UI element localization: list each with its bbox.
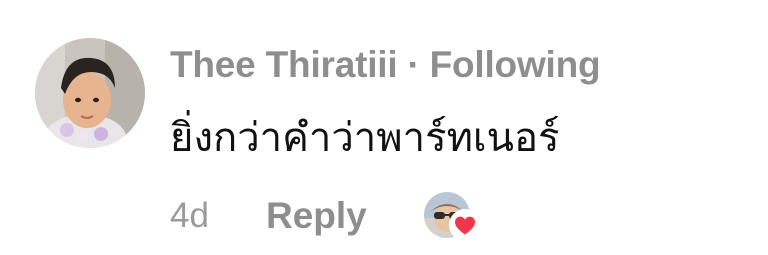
avatar-photo bbox=[35, 38, 145, 148]
comment-header: Thee Thiratiii · Following bbox=[170, 42, 601, 88]
heart-icon bbox=[448, 208, 482, 242]
author-name[interactable]: Thee Thiratiii bbox=[170, 44, 398, 85]
separator-dot: · bbox=[407, 44, 420, 85]
comment-item: Thee Thiratiii · Following ยิ่งกว่าคำว่าพา… bbox=[0, 0, 768, 255]
comment-meta: 4d Reply bbox=[170, 193, 367, 239]
comment-text: ยิ่งกว่าคำว่าพาร์ทเนอร์ bbox=[170, 115, 560, 161]
avatar[interactable] bbox=[35, 38, 145, 148]
reaction-indicator[interactable] bbox=[424, 192, 486, 242]
reply-button[interactable]: Reply bbox=[266, 195, 367, 237]
follow-status[interactable]: Following bbox=[430, 44, 601, 85]
timestamp: 4d bbox=[170, 196, 209, 235]
